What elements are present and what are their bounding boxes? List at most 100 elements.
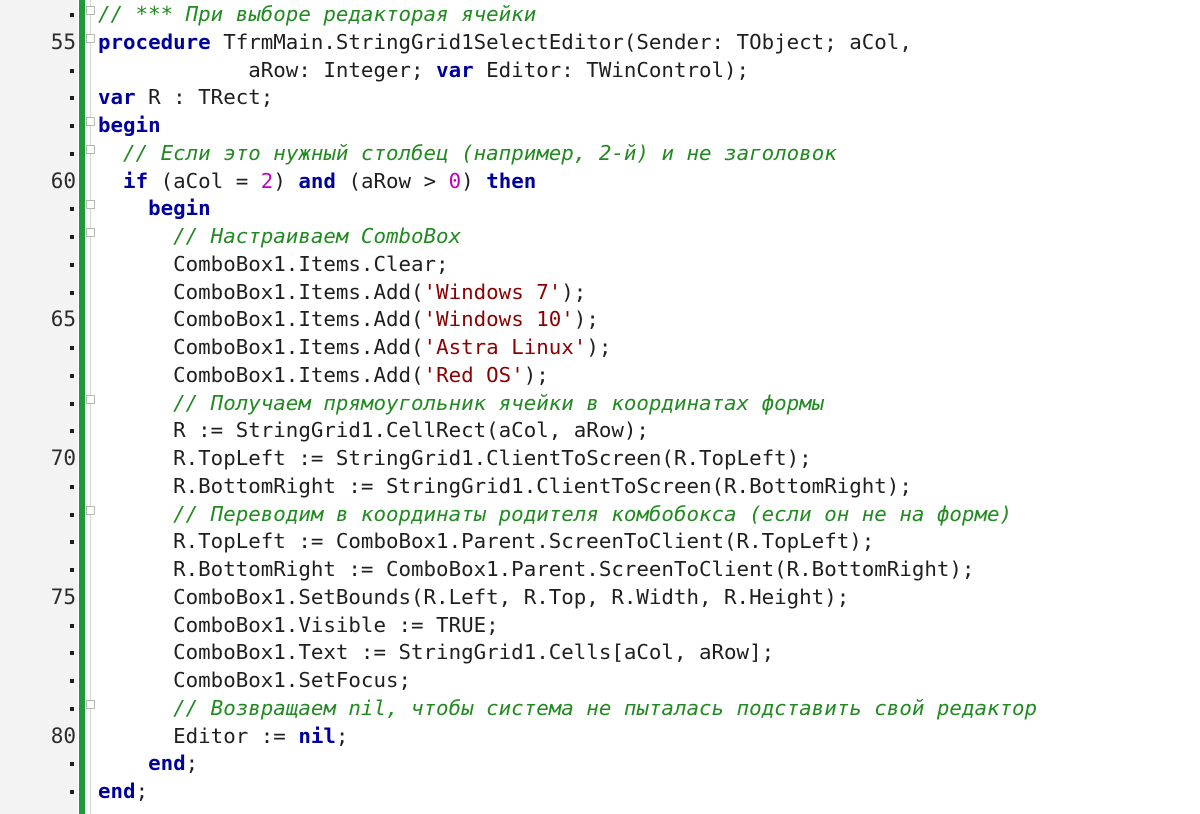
code-token: ; bbox=[135, 779, 149, 803]
code-text[interactable]: ComboBox1.SetBounds(R.Left, R.Top, R.Wid… bbox=[98, 583, 849, 611]
code-line[interactable]: 80 Editor := nil; bbox=[0, 722, 1200, 750]
code-lines[interactable]: // *** При выборе редакторая ячейки 55 pro… bbox=[0, 0, 1200, 814]
code-line[interactable]: R.BottomRight := ComboBox1.Parent.Screen… bbox=[0, 555, 1200, 583]
code-text[interactable]: ComboBox1.Visible := TRUE; bbox=[98, 611, 499, 639]
code-text[interactable]: begin bbox=[98, 111, 161, 139]
string-token: 'Windows 10' bbox=[423, 307, 574, 332]
code-line[interactable]: R := StringGrid1.CellRect(aCol, aRow); bbox=[0, 416, 1200, 444]
code-line[interactable]: ComboBox1.Items.Add('Astra Linux'); bbox=[0, 333, 1200, 361]
line-marker-dot bbox=[70, 401, 74, 406]
code-token: ); bbox=[561, 279, 587, 304]
code-text[interactable]: begin bbox=[98, 194, 211, 222]
code-text[interactable]: // Получаем прямоугольник ячейки в коорд… bbox=[98, 389, 824, 417]
code-line[interactable]: ComboBox1.Text := StringGrid1.Cells[aCol… bbox=[0, 638, 1200, 666]
code-text[interactable]: // Настраиваем ComboBox bbox=[98, 222, 461, 250]
line-marker-dot bbox=[70, 207, 74, 212]
code-token: R.TopLeft := ComboBox1.Parent.ScreenToCl… bbox=[173, 529, 875, 554]
code-line[interactable]: // *** При выборе редакторая ячейки bbox=[0, 0, 1200, 28]
code-line[interactable]: 60 if (aCol = 2) and (aRow > 0) then bbox=[0, 167, 1200, 195]
code-line[interactable]: // Настраиваем ComboBox bbox=[0, 222, 1200, 250]
code-token: R := StringGrid1.CellRect(aCol, aRow); bbox=[173, 418, 649, 443]
code-token: Editor: TWinControl); bbox=[473, 57, 750, 82]
code-text[interactable]: ComboBox1.SetFocus; bbox=[98, 666, 411, 694]
code-text[interactable]: R.BottomRight := StringGrid1.ClientToScr… bbox=[98, 472, 912, 500]
code-line[interactable]: end; bbox=[0, 749, 1200, 777]
code-token: aRow: Integer; bbox=[248, 57, 437, 82]
code-line[interactable]: 55 procedure TfrmMain.StringGrid1SelectEd… bbox=[0, 28, 1200, 56]
code-text[interactable]: procedure TfrmMain.StringGrid1SelectEdit… bbox=[98, 28, 912, 56]
code-line[interactable]: begin bbox=[0, 194, 1200, 222]
line-marker-dot bbox=[70, 151, 74, 156]
line-marker-dot bbox=[70, 262, 74, 267]
line-number: 55 bbox=[50, 29, 76, 54]
code-text[interactable]: var R : TRect; bbox=[98, 83, 273, 111]
fold-toggle-icon[interactable] bbox=[86, 117, 95, 126]
line-marker-dot bbox=[70, 790, 74, 794]
fold-toggle-icon[interactable] bbox=[86, 144, 95, 154]
code-line[interactable]: // Возвращаем nil, чтобы система не пыта… bbox=[0, 694, 1200, 722]
code-line[interactable]: ComboBox1.SetFocus; bbox=[0, 666, 1200, 694]
code-token: ComboBox1.Items.Add( bbox=[173, 307, 424, 332]
code-text[interactable]: ComboBox1.Items.Add('Red OS'); bbox=[98, 361, 549, 389]
code-text[interactable]: Editor := nil; bbox=[98, 722, 348, 750]
fold-toggle-icon[interactable] bbox=[86, 394, 95, 404]
code-text[interactable]: ComboBox1.Items.Clear; bbox=[98, 250, 448, 278]
fold-toggle-icon[interactable] bbox=[86, 6, 95, 15]
code-token: Editor := bbox=[173, 723, 299, 748]
code-line[interactable]: 70 R.TopLeft := StringGrid1.ClientToScre… bbox=[0, 444, 1200, 472]
code-text[interactable]: ComboBox1.Items.Add('Windows 10'); bbox=[98, 305, 599, 333]
code-text[interactable]: end; bbox=[98, 777, 148, 805]
code-text[interactable]: if (aCol = 2) and (aRow > 0) then bbox=[98, 167, 536, 195]
code-line[interactable]: ComboBox1.Items.Add('Red OS'); bbox=[0, 361, 1200, 389]
code-line[interactable]: 65 ComboBox1.Items.Add('Windows 10'); bbox=[0, 305, 1200, 333]
code-line[interactable]: R.BottomRight := StringGrid1.ClientToScr… bbox=[0, 472, 1200, 500]
code-text[interactable]: R.TopLeft := ComboBox1.Parent.ScreenToCl… bbox=[98, 527, 874, 555]
code-line[interactable]: // Если это нужный столбец (например, 2-… bbox=[0, 139, 1200, 167]
code-editor[interactable]: // *** При выборе редакторая ячейки 55 pro… bbox=[0, 0, 1200, 814]
code-text[interactable]: // Возвращаем nil, чтобы система не пыта… bbox=[98, 694, 1037, 722]
line-marker-dot bbox=[70, 13, 74, 17]
keyword-token: var bbox=[436, 57, 474, 82]
code-text[interactable]: // Переводим в координаты родителя комбо… bbox=[98, 500, 1012, 528]
code-line[interactable]: // Получаем прямоугольник ячейки в коорд… bbox=[0, 389, 1200, 417]
code-text[interactable]: // Если это нужный столбец (например, 2-… bbox=[98, 139, 837, 167]
code-line[interactable]: var R : TRect; bbox=[0, 83, 1200, 111]
code-text[interactable]: // *** При выборе редакторая ячейки bbox=[98, 0, 536, 28]
comment-token: // Настраиваем ComboBox bbox=[173, 224, 462, 248]
code-text[interactable]: R.BottomRight := ComboBox1.Parent.Screen… bbox=[98, 555, 974, 583]
code-line[interactable]: R.TopLeft := ComboBox1.Parent.ScreenToCl… bbox=[0, 527, 1200, 555]
code-line[interactable]: 75 ComboBox1.SetBounds(R.Left, R.Top, R.… bbox=[0, 583, 1200, 611]
code-text[interactable]: ComboBox1.Text := StringGrid1.Cells[aCol… bbox=[98, 638, 774, 666]
code-line[interactable]: aRow: Integer; var Editor: TWinControl); bbox=[0, 56, 1200, 84]
string-token: 'Red OS' bbox=[423, 362, 524, 387]
code-line[interactable]: ComboBox1.Visible := TRUE; bbox=[0, 611, 1200, 639]
code-token: ComboBox1.Visible := TRUE; bbox=[173, 612, 499, 637]
fold-toggle-icon[interactable] bbox=[86, 505, 95, 515]
number-token: 2 bbox=[260, 168, 274, 193]
code-text[interactable]: ComboBox1.Items.Add('Astra Linux'); bbox=[98, 333, 611, 361]
code-token: (aCol = bbox=[148, 168, 261, 193]
code-token: ComboBox1.Items.Add( bbox=[173, 362, 424, 387]
line-number: 65 bbox=[50, 307, 76, 332]
code-line[interactable]: ComboBox1.Items.Add('Windows 7'); bbox=[0, 278, 1200, 306]
fold-toggle-icon[interactable] bbox=[86, 200, 95, 210]
code-line[interactable]: end; bbox=[0, 777, 1200, 805]
code-token: ) bbox=[273, 168, 299, 193]
code-text[interactable]: R.TopLeft := StringGrid1.ClientToScreen(… bbox=[98, 444, 812, 472]
fold-toggle-icon[interactable] bbox=[86, 33, 95, 43]
fold-toggle-icon[interactable] bbox=[86, 228, 95, 237]
string-token: 'Windows 7' bbox=[423, 279, 562, 304]
code-text[interactable]: R := StringGrid1.CellRect(aCol, aRow); bbox=[98, 416, 649, 444]
fold-toggle-icon[interactable] bbox=[86, 699, 95, 709]
code-text[interactable]: end; bbox=[98, 749, 198, 777]
code-text[interactable]: ComboBox1.Items.Add('Windows 7'); bbox=[98, 278, 586, 306]
code-text[interactable]: aRow: Integer; var Editor: TWinControl); bbox=[98, 56, 749, 84]
code-line[interactable]: begin bbox=[0, 111, 1200, 139]
code-line[interactable]: // Переводим в координаты родителя комбо… bbox=[0, 500, 1200, 528]
code-line[interactable]: ComboBox1.Items.Clear; bbox=[0, 250, 1200, 278]
